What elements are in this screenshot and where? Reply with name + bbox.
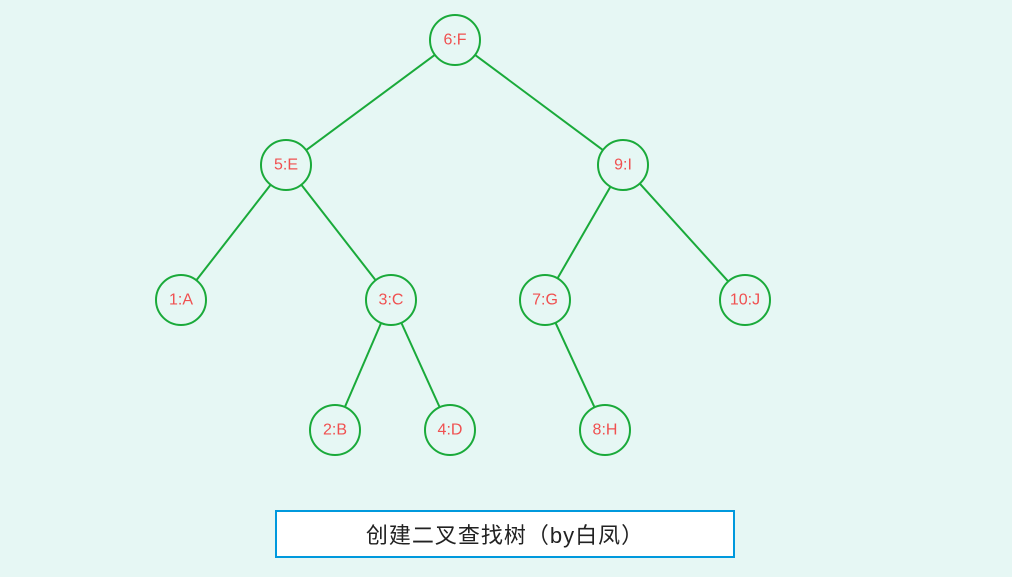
tree-node: 3:C: [366, 275, 416, 325]
tree-node: 7:G: [520, 275, 570, 325]
nodes-layer: 6:F 5:E 9:I 1:A 3:C 7:G 10:J 2:B 4:D 8:H: [156, 15, 770, 455]
edges-layer: [196, 55, 728, 407]
node-label: 9:I: [614, 157, 632, 174]
node-label: 8:H: [593, 422, 618, 439]
tree-node: 2:B: [310, 405, 360, 455]
node-label: 3:C: [379, 292, 404, 309]
tree-edge: [475, 55, 603, 150]
tree-edge: [306, 55, 435, 150]
tree-node: 1:A: [156, 275, 206, 325]
tree-edge: [196, 185, 270, 281]
tree-edge: [640, 184, 728, 282]
node-label: 6:F: [443, 32, 466, 49]
node-label: 7:G: [532, 292, 558, 309]
caption-box: 创建二叉查找树（by白凤）: [275, 510, 735, 558]
node-label: 2:B: [323, 422, 347, 439]
tree-node: 10:J: [720, 275, 770, 325]
tree-node: 4:D: [425, 405, 475, 455]
node-label: 4:D: [438, 422, 463, 439]
node-label: 1:A: [169, 292, 193, 309]
tree-node: 9:I: [598, 140, 648, 190]
bst-tree-diagram: 6:F 5:E 9:I 1:A 3:C 7:G 10:J 2:B 4:D 8:H: [0, 0, 1012, 500]
tree-edge: [555, 323, 594, 408]
tree-node: 5:E: [261, 140, 311, 190]
tree-edge: [401, 323, 439, 407]
node-label: 10:J: [730, 292, 760, 309]
tree-edge: [301, 185, 375, 281]
tree-edge: [345, 323, 381, 407]
node-label: 5:E: [274, 157, 298, 174]
tree-node: 8:H: [580, 405, 630, 455]
tree-node: 6:F: [430, 15, 480, 65]
caption-text: 创建二叉查找树（by白凤）: [366, 518, 644, 550]
tree-edge: [558, 187, 611, 279]
